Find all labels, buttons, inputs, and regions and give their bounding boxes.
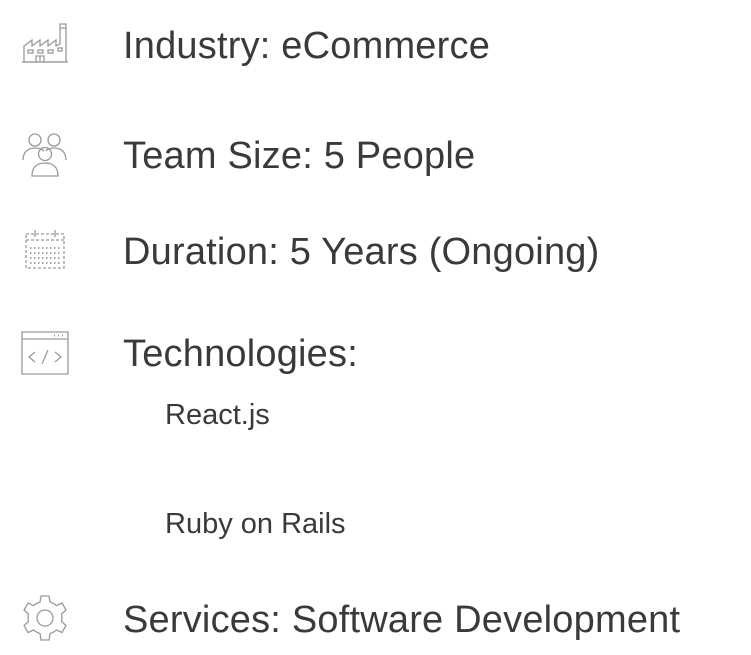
detail-duration: Duration: 5 Years (Ongoing)	[0, 222, 751, 282]
duration-label: Duration: 5 Years (Ongoing)	[123, 231, 600, 273]
detail-technologies: Technologies:	[0, 326, 751, 386]
detail-team-size: Team Size: 5 People	[0, 126, 751, 186]
team-size-label: Team Size: 5 People	[123, 135, 476, 177]
industry-label: Industry: eCommerce	[123, 25, 491, 67]
services-label: Services: Software Development	[123, 599, 681, 641]
team-icon	[18, 126, 72, 180]
code-window-icon	[18, 326, 72, 380]
detail-services: Services: Software Development	[0, 592, 751, 652]
technology-item-rails: Ruby on Rails	[165, 508, 346, 540]
factory-icon	[18, 16, 72, 70]
calendar-icon	[18, 222, 72, 276]
gear-icon	[18, 592, 72, 646]
technology-item-react: React.js	[165, 399, 270, 431]
technologies-label: Technologies:	[123, 333, 358, 375]
detail-industry: Industry: eCommerce	[0, 16, 751, 76]
